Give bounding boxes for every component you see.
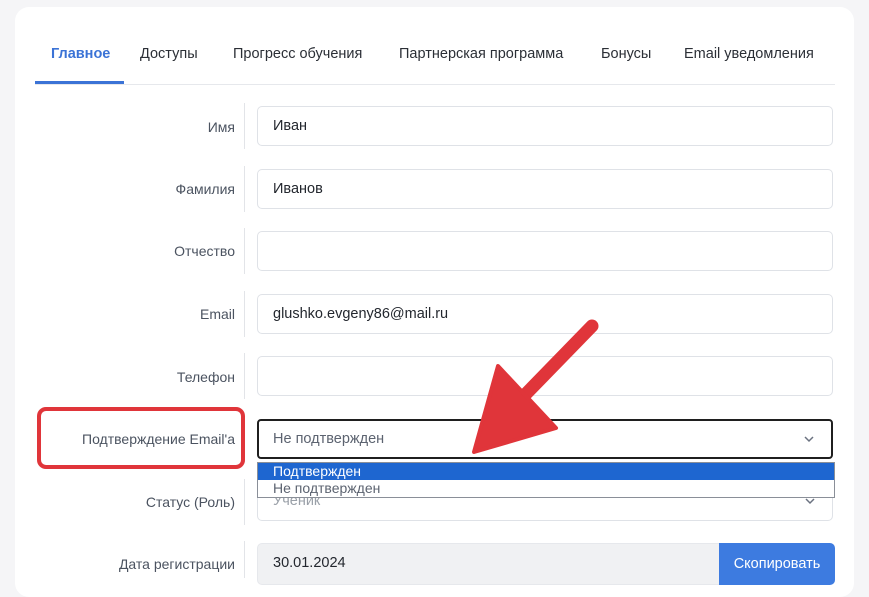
- annotation-arrow-icon: [472, 319, 599, 454]
